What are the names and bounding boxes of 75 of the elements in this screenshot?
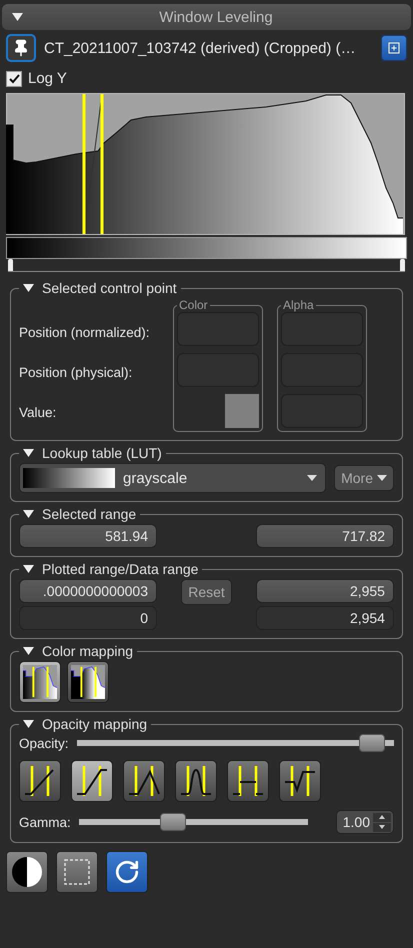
volume-name: CT_20211007_103742 (derived) (Cropped) (…	[44, 40, 356, 56]
down-arrow-icon	[379, 825, 385, 829]
section-title: Opacity mapping	[42, 716, 148, 732]
field-label: Value:	[19, 404, 58, 420]
alpha-group-title: Alpha	[282, 298, 315, 312]
dashed-square-icon	[63, 858, 91, 886]
color-group-title: Color	[178, 298, 209, 312]
caret-icon	[307, 475, 318, 481]
opacity-curve-icon	[179, 764, 213, 798]
data-max-field: 2,954	[256, 606, 394, 630]
opacity-mode-button[interactable]	[227, 760, 269, 802]
opacity-label: Opacity:	[19, 736, 69, 750]
tool-button[interactable]	[106, 851, 148, 893]
caret-icon	[377, 475, 387, 481]
contrast-icon	[10, 855, 44, 889]
data-min-field: 0	[19, 606, 157, 630]
input-field[interactable]	[281, 394, 363, 428]
reset-button[interactable]: Reset	[181, 579, 232, 605]
log-y-label: Log Y	[28, 70, 67, 87]
rotate-arrow-icon	[114, 859, 140, 885]
decrement-button[interactable]	[373, 822, 391, 832]
section-title: Lookup table (LUT)	[42, 445, 162, 461]
opacity-mode-button[interactable]	[175, 760, 217, 802]
increment-button[interactable]	[373, 812, 391, 822]
section-title: Color mapping	[42, 643, 134, 659]
field-label: Position (normalized):	[19, 324, 151, 340]
collapse-triangle-icon[interactable]	[23, 647, 34, 655]
opacity-mode-button[interactable]	[123, 760, 165, 802]
collapse-triangle-icon[interactable]	[23, 510, 34, 518]
log-y-checkbox[interactable]	[6, 70, 22, 86]
dropdown-value: grayscale	[123, 470, 188, 486]
plot-min-field[interactable]: .0000000000003	[19, 579, 157, 603]
collapse-triangle-icon[interactable]	[23, 284, 34, 292]
range-handle[interactable]	[8, 259, 13, 271]
opacity-curve-icon	[75, 764, 109, 798]
panel-title: Window Leveling	[158, 8, 274, 26]
histogram-drawing[interactable]	[6, 93, 405, 235]
collapse-triangle-icon[interactable]	[23, 449, 34, 457]
more-button[interactable]: More	[334, 465, 394, 491]
slider-thumb[interactable]	[160, 813, 186, 831]
collapse-triangle-icon[interactable]	[23, 720, 34, 728]
tool-button[interactable]	[6, 851, 48, 893]
collapse-triangle-icon[interactable]	[12, 13, 23, 21]
add-button[interactable]	[381, 35, 407, 61]
opacity-curve-icon	[231, 764, 265, 798]
range-max-field[interactable]: 717.82	[256, 524, 394, 548]
section-title: Selected range	[42, 506, 136, 522]
slider-thumb[interactable]	[359, 734, 386, 752]
opacity-mode-button[interactable]	[71, 760, 113, 802]
pin-icon	[12, 39, 30, 57]
opacity-mode-button[interactable]	[279, 760, 321, 802]
color-mapping-button[interactable]	[67, 661, 109, 703]
gamma-label: Gamma:	[19, 814, 71, 830]
field-label: Position (physical):	[19, 364, 134, 380]
gamma-spinbox[interactable]: 1.00	[336, 810, 394, 834]
opacity-curve-icon	[127, 764, 161, 798]
tool-button[interactable]	[56, 851, 98, 893]
plot-max-field[interactable]: 2,955	[256, 579, 394, 603]
section-title: Plotted range/Data range	[42, 561, 198, 577]
pin-button[interactable]	[6, 34, 36, 62]
panel-header[interactable]: Window Leveling	[2, 4, 411, 30]
color-swatch[interactable]	[225, 394, 259, 428]
opacity-curve-icon	[283, 764, 317, 798]
up-arrow-icon	[379, 815, 385, 819]
histogram-thumbnail-icon	[71, 664, 105, 700]
spinbox-value: 1.00	[342, 814, 370, 830]
range-min-field[interactable]: 581.94	[19, 524, 157, 548]
range-handle[interactable]	[400, 259, 405, 271]
square-plus-icon	[388, 42, 400, 54]
histogram-thumbnail-icon	[23, 664, 57, 700]
section-title: Selected control point	[42, 280, 177, 296]
collapse-triangle-icon[interactable]	[23, 565, 34, 573]
lut-dropdown[interactable]: grayscale	[19, 463, 326, 493]
opacity-mode-button[interactable]	[19, 760, 61, 802]
color-mapping-button[interactable]	[19, 661, 61, 703]
